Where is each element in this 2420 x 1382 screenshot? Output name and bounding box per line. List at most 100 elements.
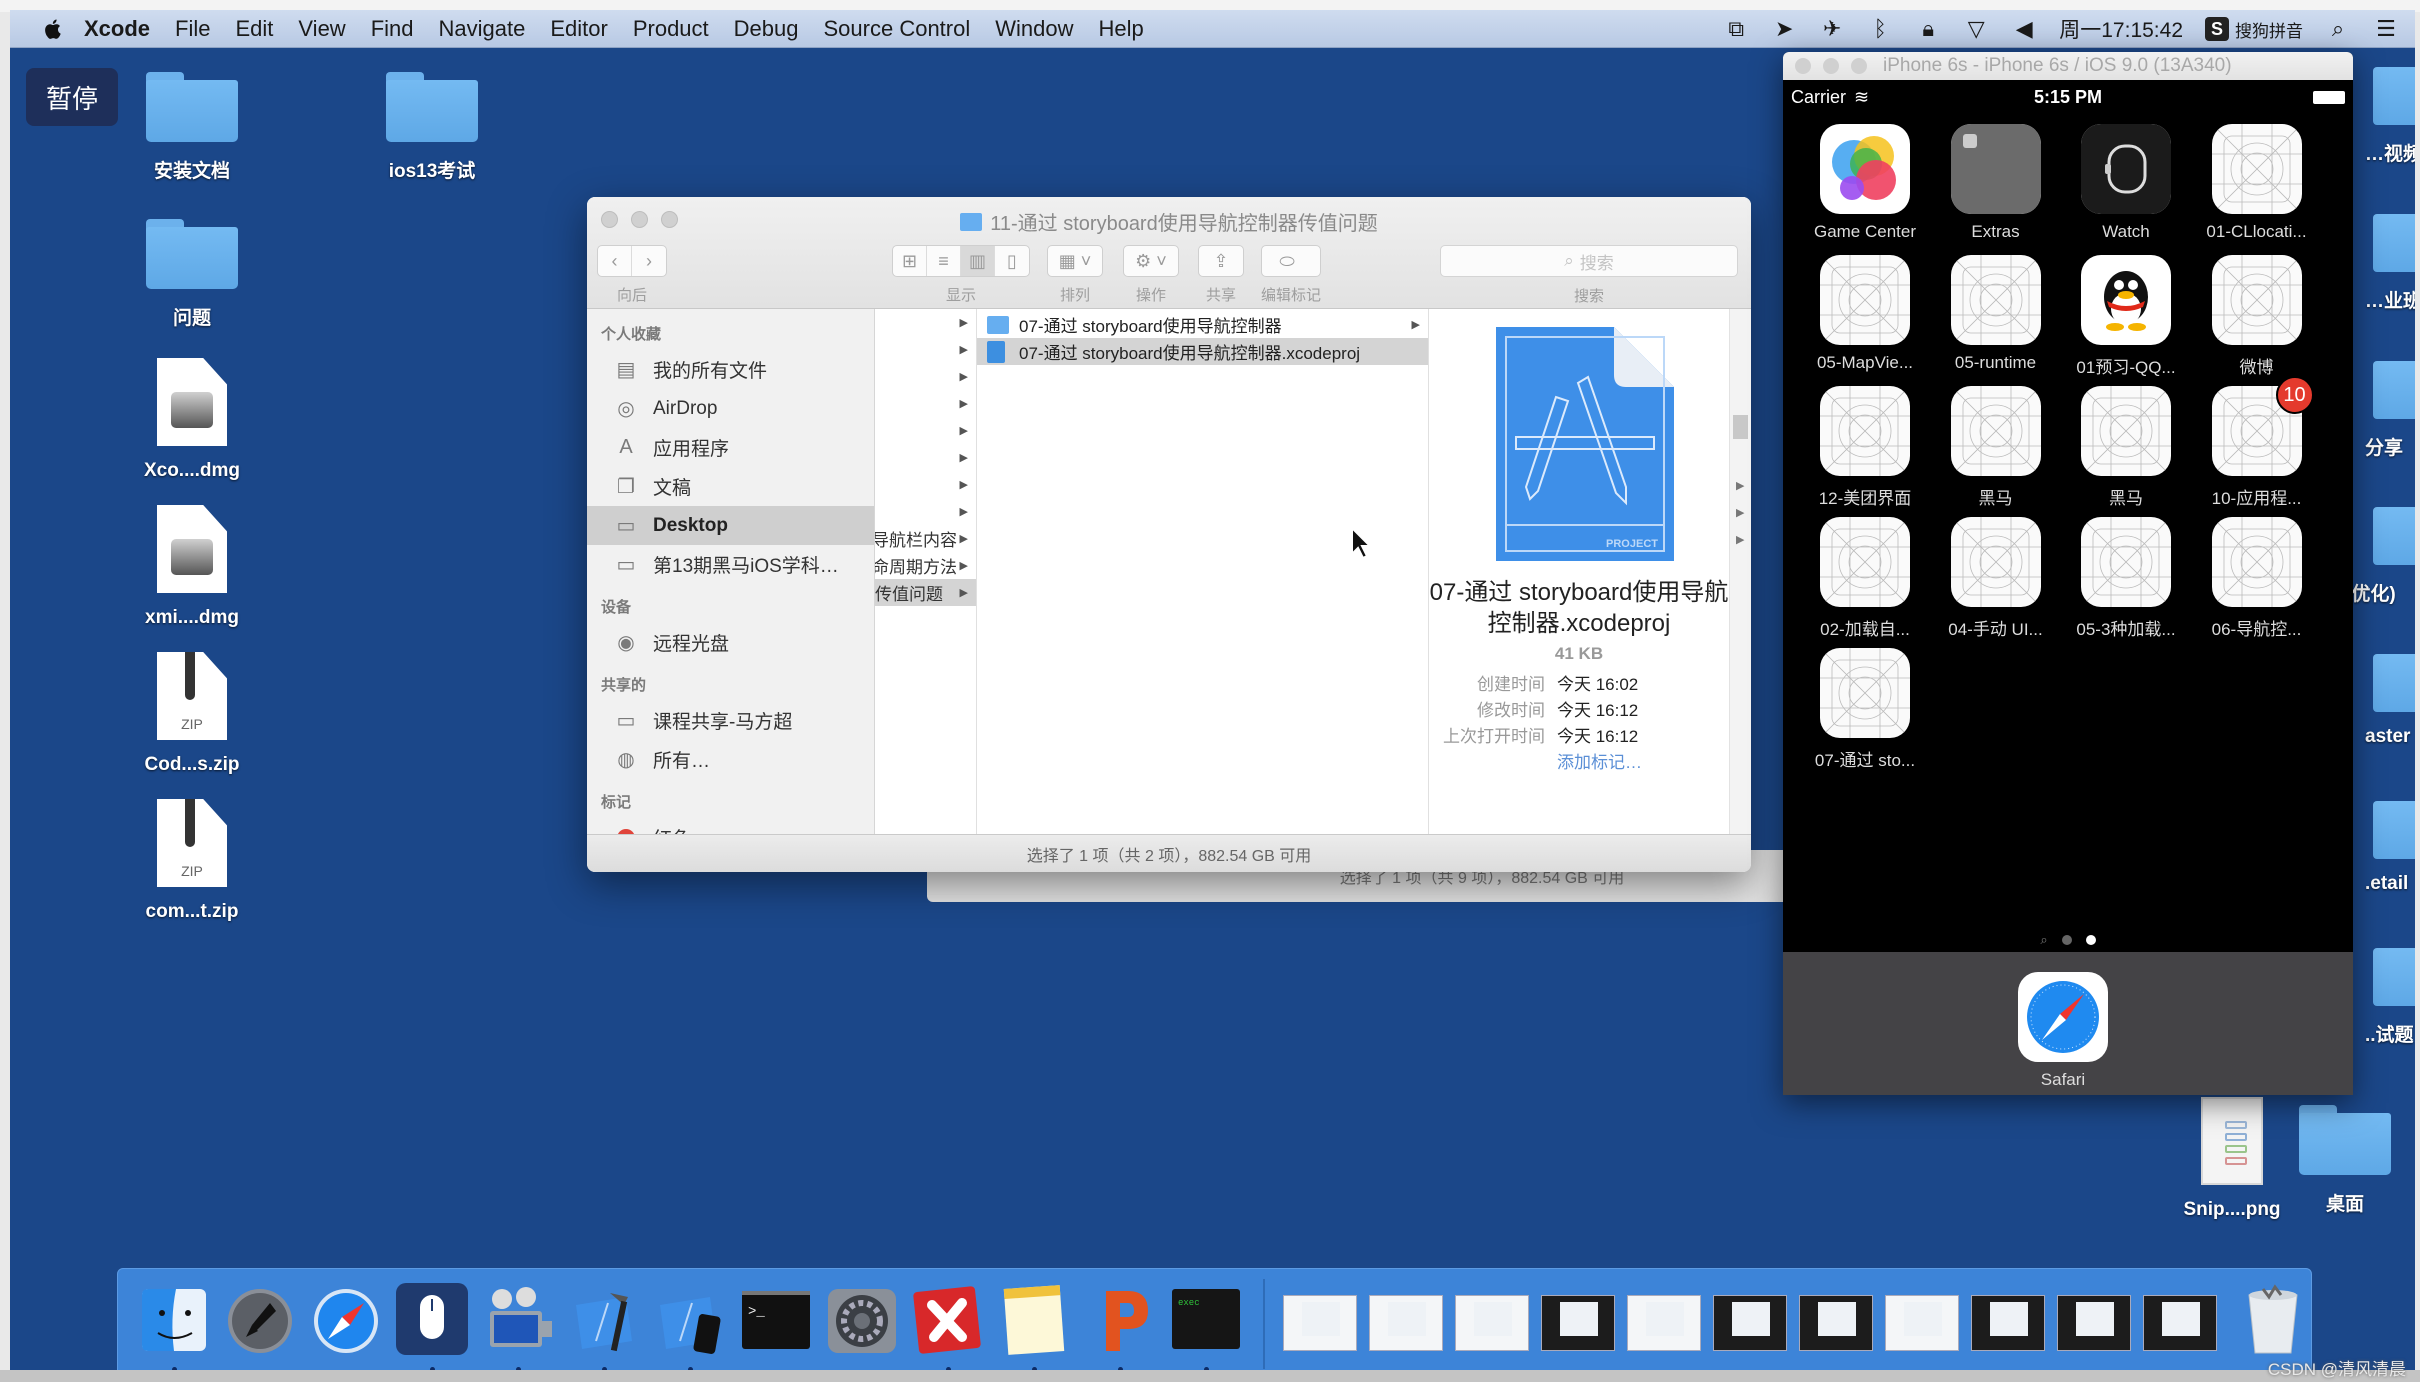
desktop-icon-folder[interactable]: 分享 [2365, 361, 2415, 460]
share-icon[interactable]: ⇪ [1199, 246, 1243, 276]
coverflow-view-button[interactable]: ▯ [995, 246, 1029, 276]
app-placeholder[interactable]: 黑马 [2061, 386, 2191, 509]
minimized-window[interactable] [1627, 1281, 1703, 1357]
notification-center-icon[interactable]: ☰ [2373, 16, 2399, 42]
sidebar-item-applications[interactable]: A 应用程序 [587, 428, 874, 467]
desktop-icon-zip[interactable]: ZIP com...t.zip [117, 799, 267, 923]
dock-item-mouse[interactable] [394, 1281, 470, 1357]
dock-item-simulator[interactable] [652, 1281, 728, 1357]
close-button[interactable] [1795, 58, 1811, 74]
app-placeholder[interactable]: 微博 [2192, 255, 2322, 378]
screen-record-icon[interactable]: ⧉ [1723, 16, 1749, 42]
dock-item-launchpad[interactable] [222, 1281, 298, 1357]
column-row[interactable]: ▶ [875, 363, 976, 390]
desktop-icon-folder[interactable]: 安装文档 [117, 72, 267, 183]
sidebar-item-all-shared[interactable]: ◍ 所有… [587, 740, 874, 779]
location-icon[interactable]: ➤ [1771, 16, 1797, 42]
app-watch[interactable]: Watch [2061, 124, 2191, 242]
minimized-window[interactable] [1369, 1281, 1445, 1357]
desktop-icon-folder[interactable]: ..试题 [2365, 948, 2415, 1047]
app-gamecenter[interactable]: Game Center [1800, 124, 1930, 242]
app-placeholder[interactable]: 黑马 [1931, 386, 2061, 509]
dock-item-xcode[interactable] [566, 1281, 642, 1357]
minimized-window[interactable] [1885, 1281, 1961, 1357]
back-button[interactable]: ‹ [598, 246, 632, 276]
minimized-window[interactable] [1541, 1281, 1617, 1357]
desktop-icon-folder[interactable]: .etail [2365, 801, 2415, 895]
airplane-icon[interactable]: ✈ [1819, 16, 1845, 42]
column-row[interactable]: 07-通过 storyboard使用导航控制器 ▶ [977, 311, 1428, 338]
column-row[interactable]: ▶ [875, 498, 976, 525]
minimized-window[interactable] [1713, 1281, 1789, 1357]
dock-item-safari[interactable] [308, 1281, 384, 1357]
desktop-icon-folder[interactable]: aster [2365, 654, 2415, 748]
menu-navigate[interactable]: Navigate [439, 16, 526, 42]
menu-source-control[interactable]: Source Control [824, 16, 971, 42]
dock-item-movie-recorder[interactable] [480, 1281, 556, 1357]
column-row-selected[interactable]: 传值问题 ▶ [875, 579, 976, 606]
sidebar-item-course-folder[interactable]: ▭ 第13期黑马iOS学科… [587, 545, 874, 584]
menu-app-name[interactable]: Xcode [84, 16, 150, 42]
minimize-button[interactable] [1823, 58, 1839, 74]
app-placeholder[interactable]: 04-手动 UI... [1931, 517, 2061, 640]
sidebar-item-all-files[interactable]: ▤ 我的所有文件 [587, 350, 874, 389]
menu-window[interactable]: Window [995, 16, 1073, 42]
app-qq[interactable]: 01预习-QQ... [2061, 255, 2191, 378]
lock-icon[interactable]: 🔒︎ [1915, 16, 1941, 42]
app-placeholder[interactable]: 05-runtime [1931, 255, 2061, 373]
column-row-selected[interactable]: 07-通过 storyboard使用导航控制器.xcodeproj [977, 338, 1428, 365]
minimized-window[interactable] [2057, 1281, 2133, 1357]
app-placeholder[interactable]: 05-3种加载... [2061, 517, 2191, 640]
desktop-icon-dmg[interactable]: xmi....dmg [117, 505, 267, 629]
desktop-icon-folder[interactable]: 桌面 [2280, 1105, 2410, 1216]
menu-editor[interactable]: Editor [550, 16, 607, 42]
sidebar-item-remote-disc[interactable]: ◉ 远程光盘 [587, 623, 874, 662]
minimized-window[interactable] [1455, 1281, 1531, 1357]
menu-product[interactable]: Product [633, 16, 709, 42]
desktop-icon-folder[interactable]: ios13考试 [357, 72, 507, 183]
sidebar-item-documents[interactable]: ❐ 文稿 [587, 467, 874, 506]
app-placeholder[interactable]: 06-导航控... [2192, 517, 2322, 640]
minimized-window[interactable] [1799, 1281, 1875, 1357]
dock-item-notes[interactable] [996, 1281, 1072, 1357]
menu-view[interactable]: View [298, 16, 345, 42]
desktop-icon-zip[interactable]: ZIP Cod...s.zip [117, 652, 267, 776]
app-placeholder[interactable]: 12-美团界面 [1800, 386, 1930, 509]
page-dot-current[interactable] [2085, 935, 2096, 945]
arrange-button[interactable]: ▦ ˅ [1048, 246, 1102, 276]
desktop-icon-folder[interactable]: 问题 [117, 219, 267, 330]
zoom-button[interactable] [1851, 58, 1867, 74]
menu-find[interactable]: Find [371, 16, 414, 42]
dock-item-finder[interactable] [136, 1281, 212, 1357]
dock-item-system-preferences[interactable] [824, 1281, 900, 1357]
tag-icon[interactable]: ⬭ [1262, 246, 1312, 276]
app-extras[interactable]: Extras [1931, 124, 2061, 242]
app-safari[interactable]: Safari [1998, 972, 2128, 1090]
minimized-window[interactable] [1283, 1281, 1359, 1357]
column-row[interactable]: ▶ [875, 336, 976, 363]
dock-item-presentation[interactable] [1082, 1281, 1158, 1357]
desktop-icon-folder[interactable]: (优化) [2345, 507, 2415, 606]
wifi-icon[interactable]: ▽ [1963, 16, 1989, 42]
scrollbar-thumb[interactable] [1733, 415, 1748, 439]
list-view-button[interactable]: ≡ [927, 246, 961, 276]
input-method[interactable]: S 搜狗拼音 [2205, 17, 2303, 42]
clock[interactable]: 周一17:15:42 [2059, 14, 2183, 44]
menu-help[interactable]: Help [1099, 16, 1144, 42]
column-row[interactable]: 导航栏内容 ▶ [875, 525, 976, 552]
minimized-window[interactable] [1971, 1281, 2047, 1357]
column-row[interactable]: 生命周期方法▶ [875, 552, 976, 579]
dock-item-terminal[interactable]: >_ [738, 1281, 814, 1357]
desktop-icon-folder[interactable]: …视频 [2365, 67, 2415, 166]
pause-badge[interactable]: 暂停 [26, 68, 118, 126]
column-row[interactable]: ▶ [875, 417, 976, 444]
spotlight-search-icon[interactable]: ⌕ [2325, 16, 2351, 42]
menu-debug[interactable]: Debug [734, 16, 799, 42]
app-placeholder[interactable]: 10 10-应用程... [2192, 376, 2322, 509]
column-row[interactable]: ▶ [875, 444, 976, 471]
search-input[interactable]: ⌕ 搜索 [1440, 245, 1738, 277]
sidebar-item-tag-red[interactable]: 红色 [587, 818, 874, 834]
column-row[interactable]: ▶ [875, 309, 976, 336]
minimized-window[interactable] [2143, 1281, 2219, 1357]
volume-icon[interactable]: ◀ [2011, 16, 2037, 42]
